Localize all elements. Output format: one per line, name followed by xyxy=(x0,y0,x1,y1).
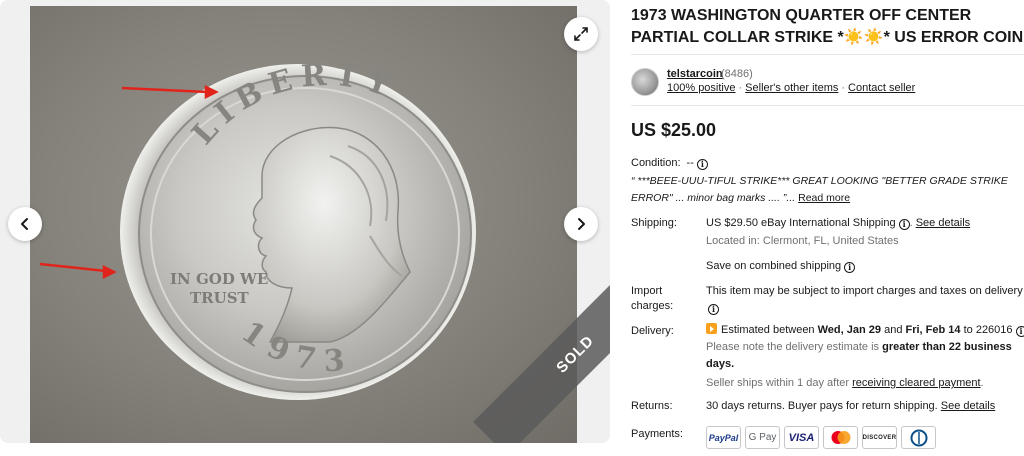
import-charges-text: This item may be subject to import charg… xyxy=(706,283,1024,317)
info-icon[interactable]: i xyxy=(1015,326,1024,337)
info-icon[interactable]: i xyxy=(708,304,719,315)
next-image-button[interactable] xyxy=(564,207,598,241)
sold-label: SOLD xyxy=(552,331,598,377)
divider xyxy=(631,105,1024,106)
image-gallery: LIBERTY IN GOD WE TRUST 1973 SOLD xyxy=(0,0,610,443)
returns-see-details-link[interactable]: See details xyxy=(941,400,995,412)
info-icon[interactable]: i xyxy=(696,158,708,170)
chevron-right-icon xyxy=(578,218,585,230)
mastercard-icon xyxy=(823,426,858,449)
condition-row: Condition: -- i xyxy=(631,157,708,170)
info-icon[interactable]: i xyxy=(898,219,910,230)
expand-icon xyxy=(574,27,588,41)
shipping-cost: US $29.50 xyxy=(706,217,758,229)
previous-image-button[interactable] xyxy=(8,207,42,241)
returns-label: Returns: xyxy=(631,400,673,412)
import-charges-message: This item may be subject to import charg… xyxy=(706,285,1023,297)
delivery-start-date: Wed, Jan 29 xyxy=(817,324,882,336)
google-pay-icon: G Pay xyxy=(745,426,780,449)
listing-page: LIBERTY IN GOD WE TRUST 1973 SOLD 1973 W… xyxy=(0,0,1024,456)
delivery-note: Please note the delivery estimate is xyxy=(706,341,880,353)
item-price: US $25.00 xyxy=(631,120,717,140)
delivery-and: and xyxy=(884,324,903,336)
import-label-line2: charges: xyxy=(631,300,674,312)
info-icon[interactable]: i xyxy=(844,262,856,273)
seller-card: telstarcoin (8486) 100% positive · Seller'… xyxy=(631,68,1024,98)
seller-positive-link[interactable]: 100% positive xyxy=(667,82,736,94)
shipping-see-details-link[interactable]: See details xyxy=(916,217,970,229)
seller-links: 100% positive · Seller's other items · Conta… xyxy=(667,82,916,94)
coin-motto-2: TRUST xyxy=(190,289,250,307)
returns-text: 30 days returns. Buyer pays for return s… xyxy=(706,400,938,412)
handling-suffix: . xyxy=(980,377,984,389)
red-arrow-bottom xyxy=(39,262,117,280)
visa-icon: VISA xyxy=(784,426,819,449)
shipping-details: US $29.50 eBay International Shipping i. … xyxy=(706,215,1024,275)
contact-seller-link[interactable]: Contact seller xyxy=(848,82,915,94)
read-more-link[interactable]: Read more xyxy=(798,192,850,204)
condition-label: Condition: xyxy=(631,157,681,169)
seller-other-items-link[interactable]: Seller's other items xyxy=(745,82,838,94)
payments-label: Payments: xyxy=(631,428,683,440)
paypal-icon: PayPal xyxy=(706,426,741,449)
discover-icon: DISCOVER xyxy=(862,426,897,449)
delivery-truck-icon xyxy=(706,323,717,334)
condition-description: “ ***BEEE-UUU-TIFUL STRIKE*** GREAT LOOK… xyxy=(631,173,1024,207)
delivery-details: Estimated between Wed, Jan 29 and Fri, F… xyxy=(706,322,1024,392)
import-label: Import charges: xyxy=(631,284,673,314)
combined-shipping-text: Save on combined shipping xyxy=(706,260,842,272)
payment-methods: PayPal G Pay VISA DISCOVER xyxy=(706,426,936,449)
shipping-label: Shipping: xyxy=(631,217,677,229)
seller-name-link[interactable]: telstarcoin xyxy=(667,68,723,80)
diners-club-icon xyxy=(901,426,936,449)
item-title: 1973 WASHINGTON QUARTER OFF CENTER PARTI… xyxy=(631,7,1024,46)
seller-feedback-count: (8486) xyxy=(721,68,753,80)
expand-image-button[interactable] xyxy=(564,17,598,51)
seller-avatar[interactable] xyxy=(631,68,659,96)
delivery-prefix: Estimated between xyxy=(721,324,815,336)
delivery-label: Delivery: xyxy=(631,325,674,337)
coin-photo[interactable]: LIBERTY IN GOD WE TRUST 1973 xyxy=(30,6,577,443)
chevron-left-icon xyxy=(21,218,28,230)
returns-details: 30 days returns. Buyer pays for return s… xyxy=(706,398,1024,415)
delivery-end-date: Fri, Feb 14 xyxy=(905,324,961,336)
handling-prefix: Seller ships within 1 day after xyxy=(706,377,850,389)
shipping-method: eBay International Shipping xyxy=(761,217,896,229)
import-label-line1: Import xyxy=(631,285,663,297)
item-location: Located in: Clermont, FL, United States xyxy=(706,235,899,247)
coin-motto-1: IN GOD WE xyxy=(170,270,268,288)
divider xyxy=(631,54,1024,55)
condition-value: -- xyxy=(686,157,694,169)
cleared-payment-link[interactable]: receiving cleared payment xyxy=(852,377,980,389)
delivery-destination: to 226016 xyxy=(963,324,1013,336)
item-info-panel: 1973 WASHINGTON QUARTER OFF CENTER PARTI… xyxy=(631,0,1024,456)
coin-illustration: LIBERTY IN GOD WE TRUST 1973 xyxy=(39,57,476,400)
